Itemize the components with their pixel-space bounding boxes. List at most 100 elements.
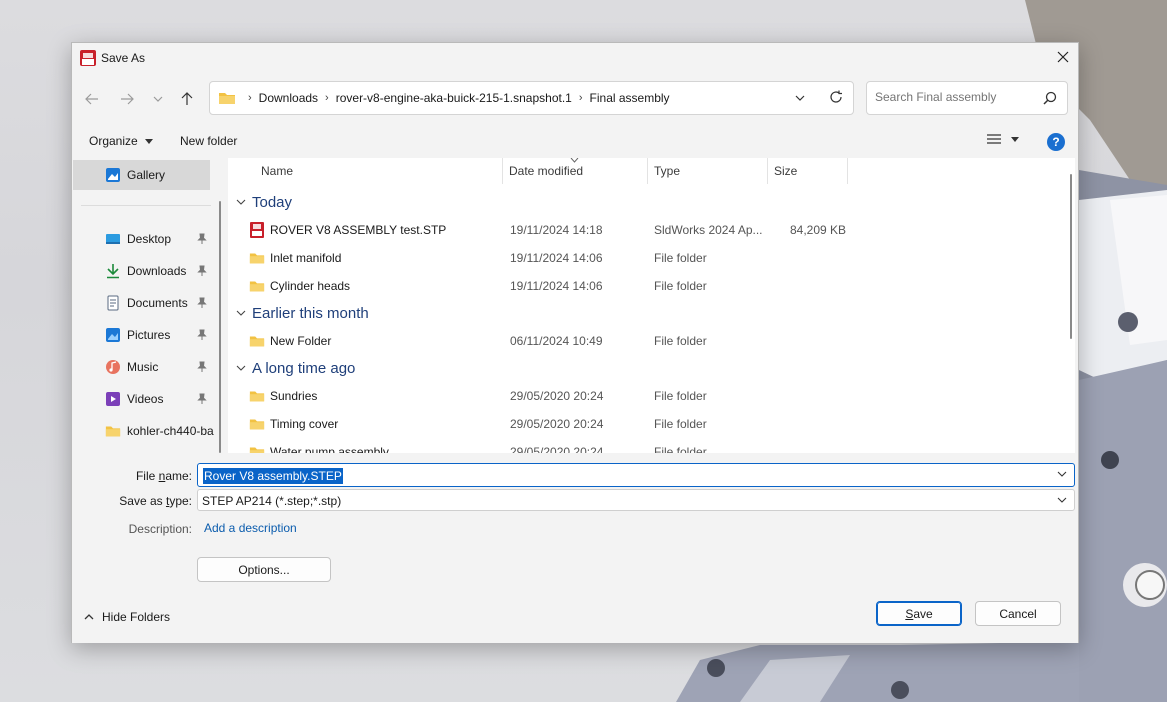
column-header-type[interactable]: Type xyxy=(648,158,768,184)
address-bar[interactable]: › Downloads › rover-v8-engine-aka-buick-… xyxy=(209,81,854,115)
refresh-icon[interactable] xyxy=(829,90,843,104)
help-icon[interactable]: ? xyxy=(1047,133,1065,151)
pin-icon[interactable] xyxy=(197,297,207,309)
navigation-row: › Downloads › rover-v8-engine-aka-buick-… xyxy=(72,81,1078,117)
folder-icon xyxy=(249,253,265,264)
folder-icon xyxy=(249,336,265,347)
navigation-pane: Gallery Desktop Downloads Documents Pict… xyxy=(73,158,223,453)
breadcrumb-downloads[interactable]: Downloads xyxy=(256,91,321,105)
options-button[interactable]: Options... xyxy=(197,557,331,582)
music-icon xyxy=(106,360,120,374)
command-bar: Organize New folder ? xyxy=(72,128,1078,156)
gallery-icon xyxy=(106,168,120,182)
sidebar-item-label: kohler-ch440-ba xyxy=(127,424,214,438)
back-button[interactable] xyxy=(82,89,102,109)
folder-row[interactable]: Cylinder heads 19/11/2024 14:06 File fol… xyxy=(228,272,848,300)
filename-label: File name: xyxy=(135,469,192,483)
arrow-up-icon xyxy=(181,92,193,105)
add-description-link[interactable]: Add a description xyxy=(204,521,297,535)
folder-row[interactable]: Sundries 29/05/2020 20:24 File folder xyxy=(228,382,848,410)
chevron-down-icon xyxy=(236,199,246,205)
folder-icon xyxy=(105,426,121,437)
sidebar-item-videos[interactable]: Videos xyxy=(73,384,223,414)
folder-icon xyxy=(219,93,235,104)
group-header-a-long-time-ago[interactable]: A long time ago xyxy=(236,357,355,379)
group-header-earlier-this-month[interactable]: Earlier this month xyxy=(236,302,369,324)
filename-field[interactable]: Rover V8 assembly.STEP xyxy=(197,463,1075,487)
solidworks-app-icon xyxy=(80,50,96,66)
column-header-name[interactable]: Name xyxy=(255,158,503,184)
chevron-down-icon xyxy=(236,310,246,316)
folder-icon xyxy=(249,281,265,292)
caret-down-icon xyxy=(145,139,154,145)
recent-locations-button[interactable] xyxy=(148,89,168,109)
folder-icon xyxy=(249,447,265,453)
folder-row[interactable]: New Folder 06/11/2024 10:49 File folder xyxy=(228,327,848,355)
save-as-type-value: STEP AP214 (*.step;*.stp) xyxy=(202,494,342,508)
file-list-scrollbar[interactable] xyxy=(1070,174,1072,339)
pin-icon[interactable] xyxy=(197,393,207,405)
breadcrumb-snapshot[interactable]: rover-v8-engine-aka-buick-215-1.snapshot… xyxy=(333,91,575,105)
pictures-icon xyxy=(106,328,120,342)
folder-row[interactable]: Timing cover 29/05/2020 20:24 File folde… xyxy=(228,410,848,438)
view-options-button[interactable] xyxy=(987,133,1019,145)
cancel-button[interactable]: Cancel xyxy=(975,601,1061,626)
list-view-icon xyxy=(987,134,1001,144)
chevron-down-icon[interactable] xyxy=(1057,471,1067,477)
column-header-size[interactable]: Size xyxy=(768,158,848,184)
sidebar-item-desktop[interactable]: Desktop xyxy=(73,224,223,254)
chevron-right-icon: › xyxy=(248,92,252,104)
documents-icon xyxy=(107,295,119,311)
folder-row[interactable]: Water pump assembly 29/05/2020 20:24 Fil… xyxy=(228,438,848,453)
new-folder-button[interactable]: New folder xyxy=(180,134,237,148)
folder-icon xyxy=(249,391,265,402)
chevron-right-icon: › xyxy=(325,92,329,104)
close-button[interactable] xyxy=(1048,43,1078,71)
hide-folders-button[interactable]: Hide Folders xyxy=(84,610,170,624)
up-button[interactable] xyxy=(177,89,197,109)
dialog-title: Save As xyxy=(101,51,146,65)
sidebar-item-label: Music xyxy=(127,360,159,374)
sidebar-item-label: Documents xyxy=(127,296,188,310)
sidebar-item-music[interactable]: Music xyxy=(73,352,223,382)
arrow-left-icon xyxy=(85,93,98,105)
save-as-dialog: Save As › Downloads › rover-v8-engine-ak… xyxy=(71,42,1079,643)
pin-icon[interactable] xyxy=(197,233,207,245)
dialog-footer: Hide Folders Save Cancel xyxy=(72,586,1078,643)
forward-button[interactable] xyxy=(117,89,137,109)
sidebar-item-documents[interactable]: Documents xyxy=(73,288,223,318)
sidebar-item-label: Videos xyxy=(127,392,164,406)
breadcrumb-final-assembly[interactable]: Final assembly xyxy=(587,91,673,105)
search-box[interactable] xyxy=(866,81,1068,115)
solidworks-file-icon xyxy=(250,222,264,238)
sidebar-item-gallery[interactable]: Gallery xyxy=(73,160,210,190)
sidebar-divider xyxy=(81,205,211,206)
search-input[interactable] xyxy=(875,90,1035,104)
filename-value[interactable]: Rover V8 assembly.STEP xyxy=(203,468,343,484)
sidebar-item-label: Gallery xyxy=(127,168,166,182)
title-bar: Save As xyxy=(72,43,1078,73)
sidebar-item-kohler[interactable]: kohler-ch440-ba xyxy=(73,416,223,446)
save-as-type-label: Save as type: xyxy=(119,494,192,508)
pin-icon[interactable] xyxy=(197,361,207,373)
sidebar-item-downloads[interactable]: Downloads xyxy=(73,256,223,286)
file-row[interactable]: ROVER V8 ASSEMBLY test.STP 19/11/2024 14… xyxy=(228,216,848,244)
chevron-up-icon xyxy=(84,614,94,620)
chevron-down-icon xyxy=(153,96,163,102)
pin-icon[interactable] xyxy=(197,265,207,277)
group-header-today[interactable]: Today xyxy=(236,191,292,213)
file-list: Name Date modified Type Size Today ROVER… xyxy=(228,158,1075,453)
organize-button[interactable]: Organize xyxy=(89,134,154,148)
sidebar-item-label: Desktop xyxy=(127,232,172,246)
pin-icon[interactable] xyxy=(197,329,207,341)
download-icon xyxy=(107,264,119,279)
save-as-type-select[interactable]: STEP AP214 (*.step;*.stp) xyxy=(197,489,1075,511)
sidebar-item-pictures[interactable]: Pictures xyxy=(73,320,223,350)
sidebar-scrollbar[interactable] xyxy=(219,201,221,453)
save-button[interactable]: Save xyxy=(876,601,962,626)
search-icon xyxy=(1043,91,1057,105)
chevron-down-icon[interactable] xyxy=(795,91,805,105)
sidebar-item-label: Downloads xyxy=(127,264,187,278)
folder-row[interactable]: Inlet manifold 19/11/2024 14:06 File fol… xyxy=(228,244,848,272)
arrow-right-icon xyxy=(121,93,134,105)
